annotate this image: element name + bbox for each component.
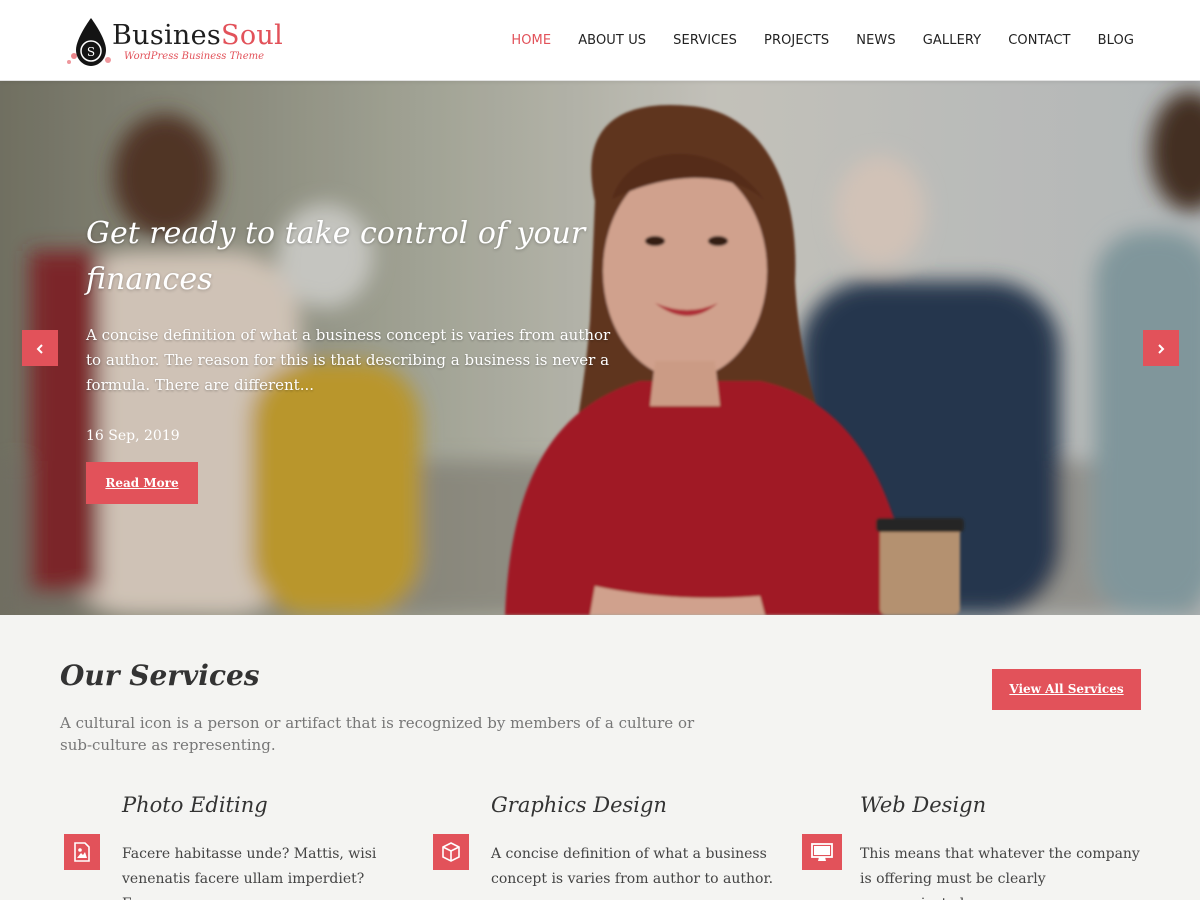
read-more-button[interactable]: Read More	[86, 462, 198, 504]
logo-drop-icon: S	[67, 18, 111, 66]
slider-next-button[interactable]	[1143, 330, 1179, 366]
hero-description: A concise definition of what a business …	[86, 326, 611, 394]
nav-item-projects[interactable]: PROJECTS	[764, 33, 829, 48]
nav-item-news[interactable]: NEWS	[856, 33, 895, 48]
view-all-services-button[interactable]: View All Services	[992, 669, 1141, 710]
nav-item-gallery[interactable]: GALLERY	[923, 33, 982, 48]
site-logo[interactable]: S BusinesSoul WordPress Business Theme	[66, 14, 286, 70]
cube-icon	[442, 842, 460, 862]
service-icon-box	[433, 834, 469, 870]
chevron-left-icon	[36, 343, 43, 354]
service-title[interactable]: Web Design	[860, 793, 986, 817]
service-text: A concise definition of what a business …	[491, 846, 774, 887]
chevron-right-icon	[1158, 343, 1165, 354]
svg-text:S: S	[87, 45, 95, 59]
service-title[interactable]: Photo Editing	[122, 793, 268, 817]
image-icon	[74, 842, 90, 862]
services-title: Our Services	[60, 659, 260, 692]
service-text: Facere habitasse unde? Mattis, wisi vene…	[122, 846, 377, 900]
hero-slider: Get ready to take control of your financ…	[0, 81, 1200, 615]
nav-item-contact[interactable]: CONTACT	[1008, 33, 1070, 48]
nav-item-about-us[interactable]: ABOUT US	[578, 33, 646, 48]
logo-tagline: WordPress Business Theme	[124, 51, 265, 62]
hero-date: 16 Sep, 2019	[86, 428, 180, 444]
nav-item-blog[interactable]: BLOG	[1098, 33, 1134, 48]
services-section: Our Services A cultural icon is a person…	[0, 615, 1200, 900]
service-icon-box	[64, 834, 100, 870]
services-description: A cultural icon is a person or artifact …	[60, 714, 695, 754]
monitor-icon	[811, 843, 833, 861]
hero-title: Get ready to take control of your financ…	[86, 216, 586, 297]
nav-item-services[interactable]: SERVICES	[673, 33, 737, 48]
service-icon-box	[802, 834, 842, 870]
service-text: This means that whatever the company is …	[860, 846, 1140, 900]
site-header: S BusinesSoul WordPress Business Theme H…	[0, 0, 1200, 81]
nav-item-home[interactable]: HOME	[511, 33, 551, 48]
slider-prev-button[interactable]	[22, 330, 58, 366]
logo-title: BusinesSoul	[112, 20, 284, 51]
main-nav: HOME ABOUT US SERVICES PROJECTS NEWS GAL…	[484, 0, 1134, 81]
service-title[interactable]: Graphics Design	[491, 793, 667, 817]
